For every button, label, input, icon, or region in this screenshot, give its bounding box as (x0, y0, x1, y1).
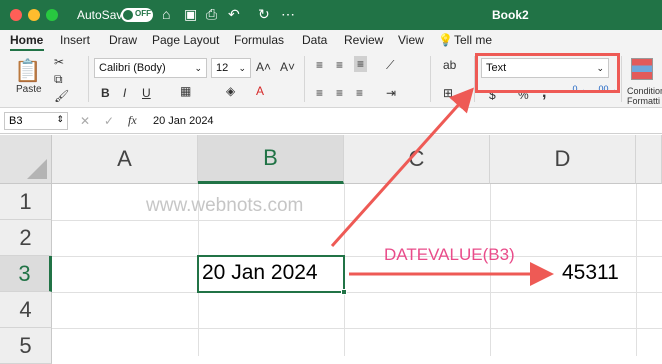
watermark: www.webnots.com (146, 195, 304, 216)
arrow-to-number-format (330, 87, 475, 248)
formula-annotation: DATEVALUE(B3) (384, 245, 515, 264)
annotation-arrows (330, 87, 554, 286)
